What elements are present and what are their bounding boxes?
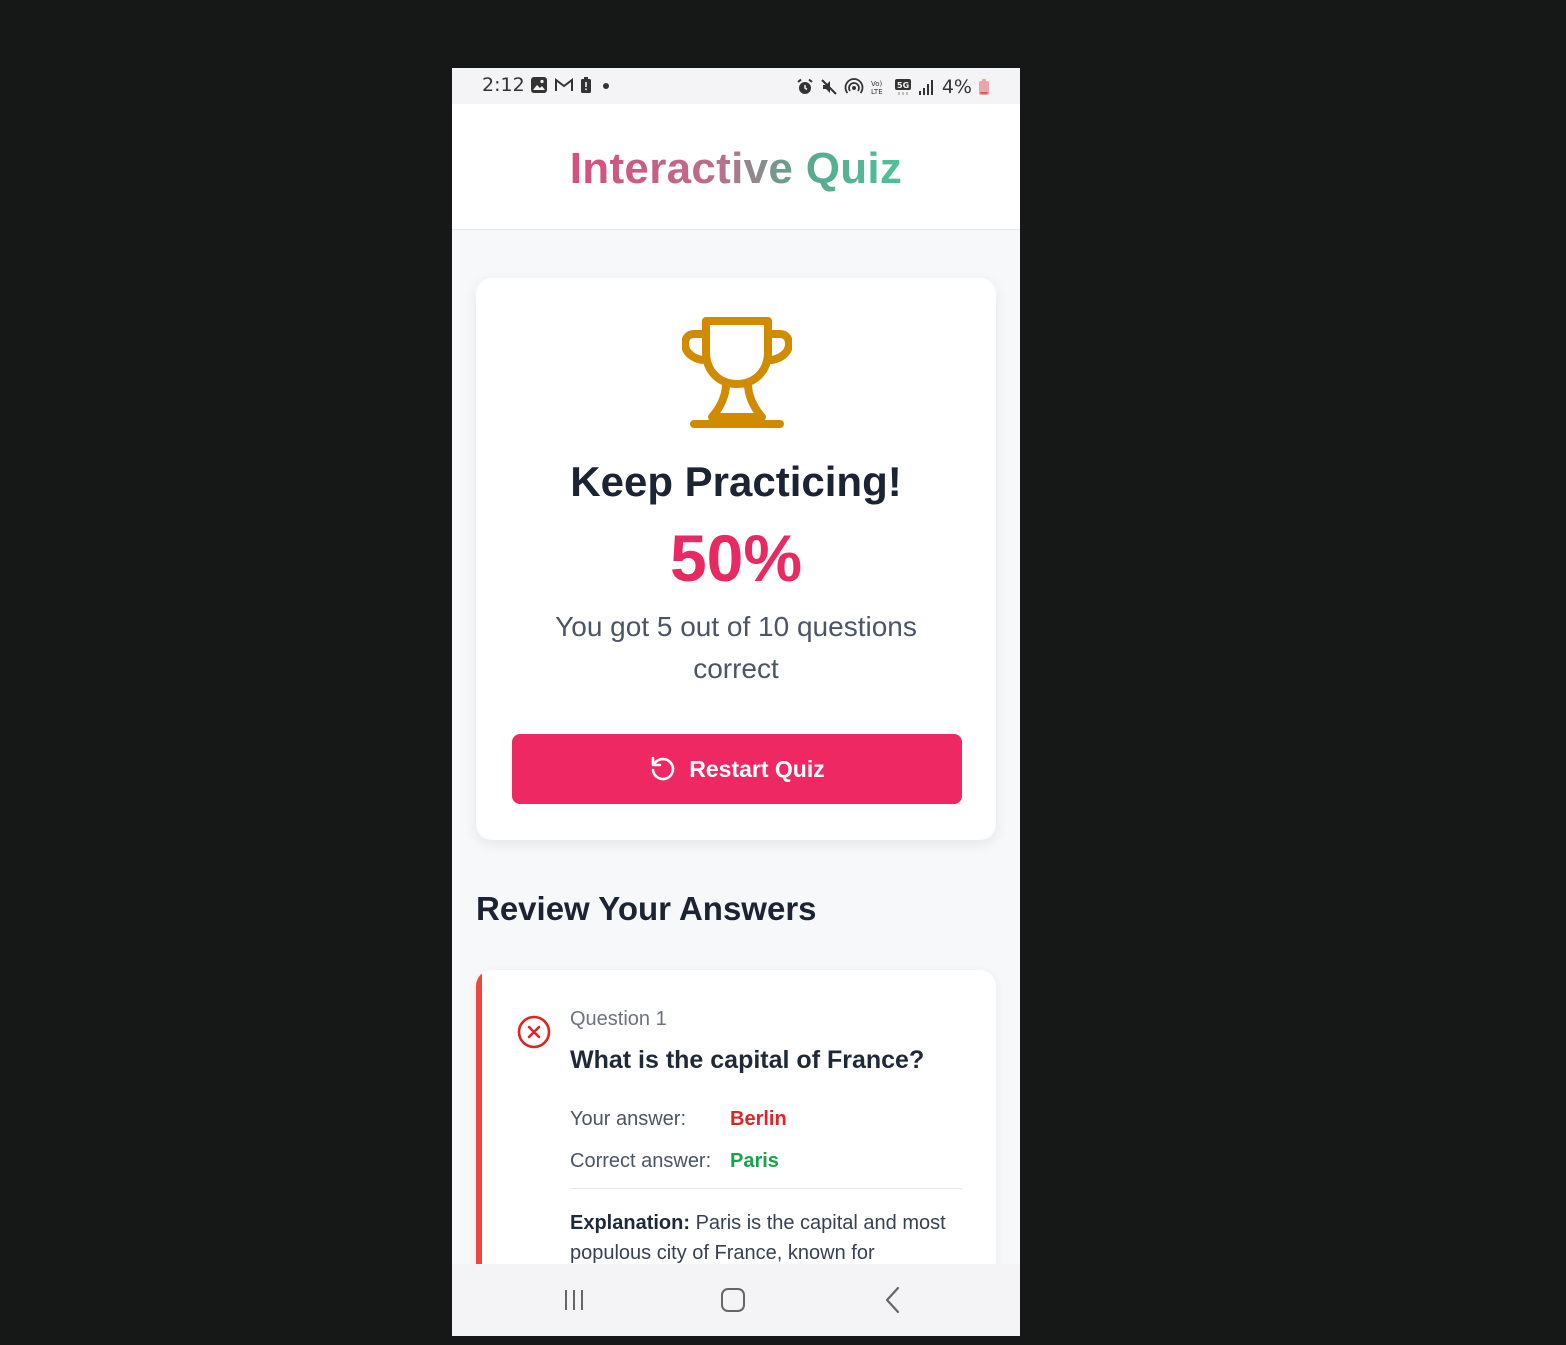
explanation: Explanation: Paris is the capital and mo…: [570, 1208, 962, 1268]
svg-text:5G: 5G: [897, 81, 909, 90]
status-time: 2:12: [482, 74, 525, 96]
your-answer-value: Berlin: [730, 1108, 787, 1130]
score-percentage: 50%: [669, 521, 803, 595]
result-card: Keep Practicing! 50% You got 5 out of 10…: [476, 278, 996, 840]
answer-divider: [570, 1188, 962, 1189]
signal-icon: [918, 80, 933, 95]
alarm-icon: [797, 78, 813, 94]
volte-icon: Vo) LTE: [871, 80, 883, 96]
correct-answer-label: Correct answer:: [570, 1150, 712, 1172]
explanation-label: Explanation:: [570, 1212, 691, 1234]
battery-icon: [979, 79, 989, 95]
dot-icon: [603, 83, 609, 89]
correct-answer-value: Paris: [730, 1150, 779, 1172]
review-heading: Review Your Answers: [476, 890, 817, 927]
svg-text:Vo): Vo): [871, 80, 883, 88]
gallery-icon: [531, 77, 547, 93]
restart-icon: [651, 756, 675, 781]
phone-screen: 2:12 Vo) LTE 5G 4% Interactive Quiz Keep…: [452, 68, 1020, 1336]
home-icon[interactable]: [713, 1282, 753, 1318]
restart-quiz-button[interactable]: Restart Quiz: [512, 734, 962, 804]
battery-alert-icon: [581, 77, 591, 93]
5g-icon: 5G: [894, 79, 911, 95]
svg-text:LTE: LTE: [871, 88, 883, 96]
status-left-icons: [530, 76, 614, 94]
mute-icon: [821, 79, 837, 95]
battery-percentage: 4%: [941, 76, 972, 98]
result-headline: Keep Practicing!: [570, 458, 902, 505]
result-summary: You got 5 out of 10 questions correct: [555, 611, 917, 684]
back-icon[interactable]: [873, 1282, 913, 1318]
answer-review-card: Question 1 What is the capital of France…: [476, 970, 996, 1310]
gmail-icon: [555, 78, 573, 91]
app-title: Interactive Quiz: [569, 144, 903, 193]
your-answer-label: Your answer:: [570, 1108, 686, 1130]
hotspot-icon: [844, 78, 864, 94]
app-header: Interactive Quiz: [452, 104, 1020, 230]
question-text: What is the capital of France?: [570, 1046, 925, 1074]
status-right-icons: Vo) LTE 5G 4%: [796, 76, 990, 98]
trophy-icon: [682, 317, 792, 428]
system-nav-bar: [452, 1264, 1020, 1336]
incorrect-x-icon: [517, 1015, 551, 1049]
status-bar: 2:12 Vo) LTE 5G 4%: [452, 68, 1020, 104]
question-number: Question 1: [570, 1008, 667, 1030]
recent-apps-icon[interactable]: [554, 1282, 594, 1318]
restart-quiz-label: Restart Quiz: [689, 755, 825, 782]
incorrect-accent-bar: [476, 970, 482, 1310]
